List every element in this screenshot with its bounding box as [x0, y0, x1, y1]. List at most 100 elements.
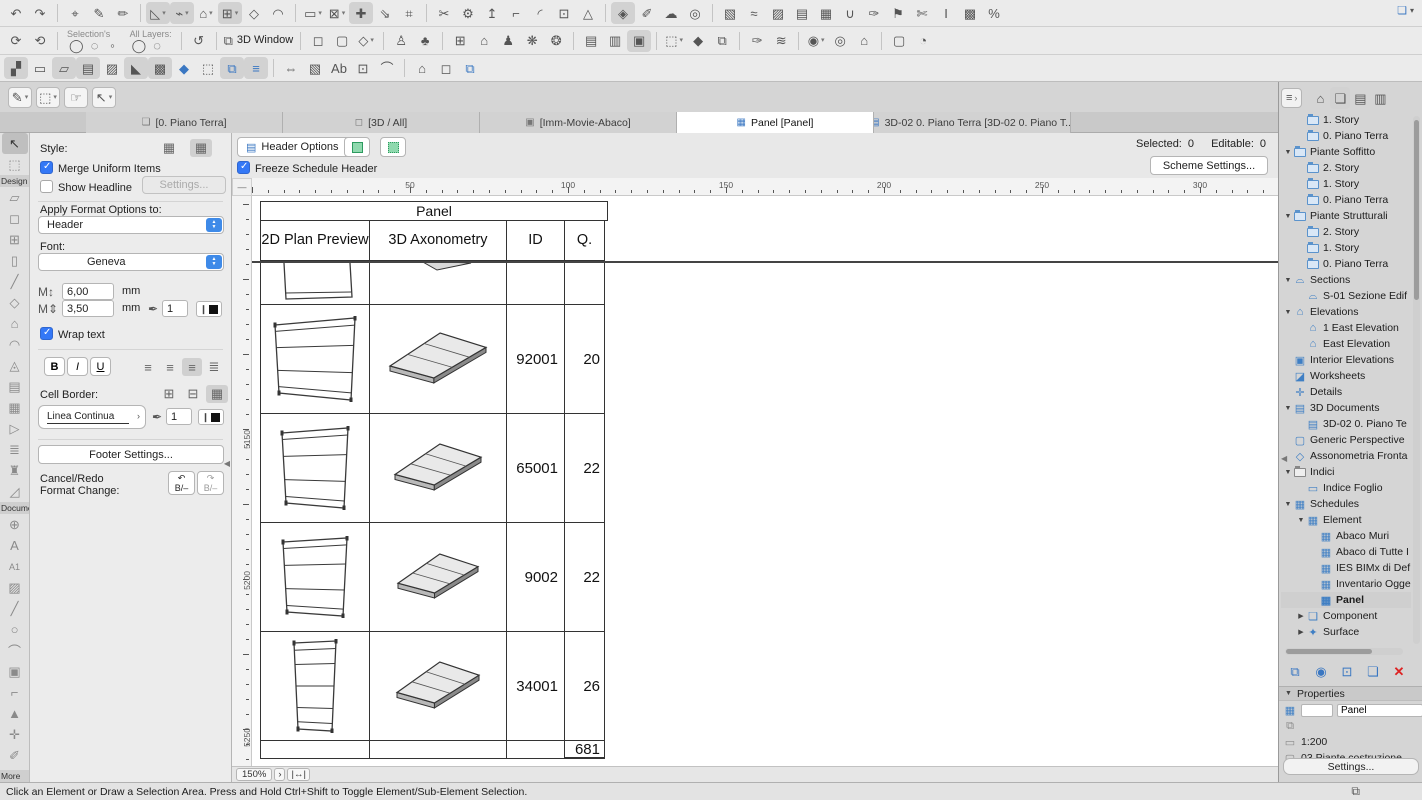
- waves[interactable]: ≈: [742, 2, 766, 24]
- layout-add[interactable]: ⧉: [710, 30, 734, 52]
- schedule-row[interactable]: 3400126: [260, 632, 608, 741]
- source-folder[interactable]: ❏: [1363, 660, 1383, 682]
- selection-pin-1[interactable]: ◌: [86, 39, 104, 53]
- gravity[interactable]: ◇: [242, 2, 266, 24]
- dark-table[interactable]: ▩: [958, 2, 982, 24]
- font-select[interactable]: Geneva ▲▼: [38, 253, 224, 271]
- pick-up-parameters[interactable]: ⌖: [63, 2, 87, 24]
- hatch-solid[interactable]: ▧: [303, 57, 327, 79]
- rotate-view[interactable]: ⟳: [4, 30, 28, 52]
- schedule-row[interactable]: 6500122: [260, 414, 608, 523]
- italic-button[interactable]: I: [67, 357, 88, 376]
- project-map[interactable]: ⌂: [1310, 87, 1330, 109]
- magic-wand[interactable]: ◠: [266, 2, 290, 24]
- horizontal-ruler[interactable]: 50100150200250300: [252, 178, 1278, 196]
- surface-brush[interactable]: ✑: [745, 30, 769, 52]
- mesh-tool[interactable]: ▦: [2, 397, 28, 418]
- navigator-item[interactable]: ⌓S-01 Sezione Edif: [1281, 288, 1411, 304]
- hatch-diag[interactable]: ▨: [100, 57, 124, 79]
- fill-corner[interactable]: ▞: [4, 57, 28, 79]
- surveyor[interactable]: ⌂▾: [194, 2, 218, 24]
- cut-plane[interactable]: ✄: [910, 2, 934, 24]
- axo-select[interactable]: ◇▾: [354, 30, 378, 52]
- 3d-window[interactable]: ⧉3D Window: [222, 30, 296, 52]
- vertical-ruler[interactable]: 515052005250: [232, 196, 252, 766]
- cap-height-input[interactable]: [62, 300, 114, 317]
- paintbrush[interactable]: ✑: [862, 2, 886, 24]
- zoom-level-button[interactable]: 150%: [236, 768, 272, 781]
- guide-lines[interactable]: ◺▾: [146, 2, 170, 24]
- marquee-capture[interactable]: ⬚▾: [662, 30, 686, 52]
- navigator-item[interactable]: ▦Inventario Ogge: [1281, 576, 1411, 592]
- align-center-icon[interactable]: ≡: [160, 358, 180, 376]
- split[interactable]: ✂: [432, 2, 456, 24]
- undo-format-button[interactable]: ↶B/–: [168, 471, 195, 495]
- walk-person[interactable]: ♙: [389, 30, 413, 52]
- panel-collapse-icon[interactable]: ◀: [1281, 454, 1287, 463]
- line-tool[interactable]: ╱: [2, 598, 28, 619]
- navigator-item[interactable]: 1. Story: [1281, 112, 1411, 128]
- add-slab-layer[interactable]: ▧: [718, 2, 742, 24]
- publisher[interactable]: ▥: [1370, 87, 1390, 109]
- hatch-angle[interactable]: ▨: [766, 2, 790, 24]
- navigator-item[interactable]: ▼⌓Sections: [1281, 272, 1411, 288]
- slab-tool[interactable]: ◇: [2, 292, 28, 313]
- back-step[interactable]: ↺: [187, 30, 211, 52]
- snap-guides[interactable]: ⌁▾: [170, 2, 194, 24]
- beam-tool[interactable]: ╱: [2, 271, 28, 292]
- bold-button[interactable]: B: [44, 357, 65, 376]
- roof-lines[interactable]: ▦: [814, 2, 838, 24]
- resize[interactable]: ⇘: [373, 2, 397, 24]
- morph-tool[interactable]: ◬: [2, 355, 28, 376]
- overlap-copy[interactable]: ⧉: [220, 57, 244, 79]
- header-options-button[interactable]: ▤ Header Options ›: [237, 137, 356, 157]
- marquee-dash[interactable]: ⬚: [196, 57, 220, 79]
- roof-tool[interactable]: ⌂: [2, 313, 28, 334]
- undo[interactable]: ↶: [4, 2, 28, 24]
- navigator-item[interactable]: ⌂East Elevation: [1281, 336, 1411, 352]
- hotspot-tool[interactable]: ✛: [2, 724, 28, 745]
- pen-number-input[interactable]: [162, 300, 188, 317]
- drawing-tool[interactable]: ✐: [2, 745, 28, 766]
- ruler-origin-button[interactable]: —: [232, 178, 252, 196]
- select-cells-button[interactable]: [344, 137, 370, 157]
- elevation-marker-tool[interactable]: ▲: [2, 703, 28, 724]
- snap-grid[interactable]: ⊞▾: [218, 2, 242, 24]
- navigator-item[interactable]: ▣Interior Elevations: [1281, 352, 1411, 368]
- add-view[interactable]: ◉: [1311, 660, 1331, 682]
- navigator-item[interactable]: ▤3D-02 0. Piano Te: [1281, 416, 1411, 432]
- pipe-tool[interactable]: ∪: [838, 2, 862, 24]
- layers-pin[interactable]: ◌: [148, 39, 166, 53]
- ramp-tool[interactable]: ◿: [2, 481, 28, 502]
- navigator-item[interactable]: ▦Panel: [1281, 592, 1411, 608]
- fillet[interactable]: ◜: [528, 2, 552, 24]
- merge-uniform-checkbox[interactable]: Merge Uniform Items: [40, 161, 161, 175]
- grid-3d[interactable]: ⊞: [448, 30, 472, 52]
- layers-oval[interactable]: ◯: [130, 39, 149, 53]
- scheme-settings-button[interactable]: Scheme Settings...: [1150, 156, 1268, 175]
- diamond-tool[interactable]: ◆: [172, 57, 196, 79]
- show-headline-checkbox[interactable]: Show Headline: [40, 180, 132, 194]
- pen-color-button[interactable]: ❙: [196, 301, 222, 317]
- navigator-item[interactable]: ▼⌂Elevations: [1281, 304, 1411, 320]
- tab-3[interactable]: ▣[Imm-Movie-Abaco]: [480, 112, 677, 133]
- percent-tool[interactable]: %: [982, 2, 1006, 24]
- explode[interactable]: ◈: [611, 2, 635, 24]
- hatch-dotted[interactable]: ▩: [148, 57, 172, 79]
- navigator-item[interactable]: ▦Abaco di Tutte I: [1281, 544, 1411, 560]
- sun-settings[interactable]: ❋: [520, 30, 544, 52]
- navigator-item[interactable]: 1. Story: [1281, 240, 1411, 256]
- border-color-button[interactable]: ❙: [198, 409, 224, 425]
- navigator-item[interactable]: ▼Indici: [1281, 464, 1411, 480]
- door-tool[interactable]: ◻: [2, 208, 28, 229]
- marker-person[interactable]: ♟: [496, 30, 520, 52]
- tree-horizontal-scrollbar[interactable]: [1285, 648, 1403, 655]
- elevate[interactable]: ↥: [480, 2, 504, 24]
- pie-tool[interactable]: ◔: [911, 30, 935, 52]
- border-pen-input[interactable]: [166, 408, 192, 425]
- dimension-tool[interactable]: ⊕: [2, 514, 28, 535]
- orbit-view[interactable]: ⟲: [28, 30, 52, 52]
- arrow-cursor[interactable]: ↖▾: [92, 87, 116, 108]
- polyline-tool[interactable]: ⌒: [2, 640, 28, 661]
- border-horizontal-icon[interactable]: ⊟: [182, 385, 204, 403]
